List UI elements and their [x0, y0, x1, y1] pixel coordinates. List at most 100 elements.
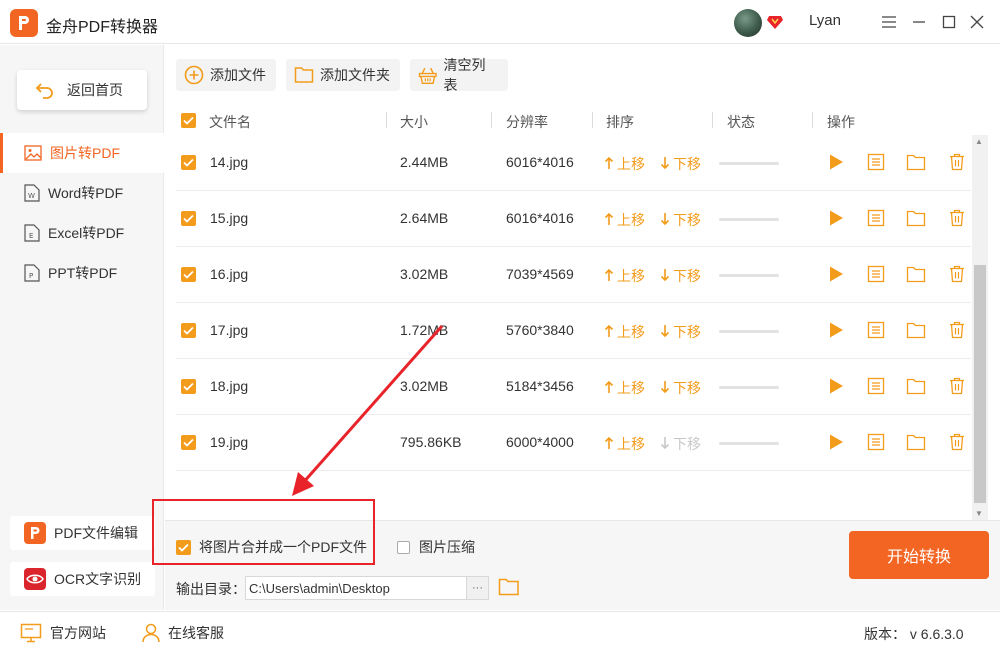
table-row[interactable]: 16.jpg 3.02MB 7039*4569 上移 下移	[176, 247, 971, 303]
move-down-button[interactable]: 下移	[660, 378, 701, 398]
username[interactable]: Lyan	[809, 12, 841, 29]
play-icon[interactable]	[826, 264, 846, 284]
details-icon[interactable]	[866, 320, 886, 340]
row-checkbox[interactable]	[181, 155, 196, 170]
sidebar-item-ppt-to-pdf[interactable]: P PPT转PDF	[0, 253, 164, 293]
output-dir-label: 输出目录：	[176, 581, 246, 597]
arrow-down-icon	[660, 156, 670, 173]
move-down-label: 下移	[673, 212, 701, 228]
header-divider	[812, 112, 813, 128]
table-row[interactable]: 18.jpg 3.02MB 5184*3456 上移 下移	[176, 359, 971, 415]
header-sort: 排序	[606, 114, 634, 130]
sidebar-item-excel-to-pdf[interactable]: E Excel转PDF	[0, 213, 164, 253]
details-icon[interactable]	[866, 152, 886, 172]
row-checkbox[interactable]	[181, 379, 196, 394]
scrollbar[interactable]: ▲ ▼	[972, 135, 988, 520]
clear-list-button[interactable]: 清空列表	[410, 57, 508, 93]
select-all-checkbox[interactable]	[181, 113, 196, 128]
table-row[interactable]: 15.jpg 2.64MB 6016*4016 上移 下移	[176, 191, 971, 247]
play-icon[interactable]	[826, 432, 846, 452]
browse-button[interactable]: ···	[466, 576, 489, 600]
arrow-up-icon	[604, 212, 614, 229]
row-checkbox[interactable]	[181, 267, 196, 282]
file-size: 2.64MB	[400, 210, 449, 226]
progress-bar	[719, 274, 779, 277]
svg-text:E: E	[29, 232, 33, 240]
scroll-up-icon[interactable]: ▲	[975, 137, 983, 146]
official-website-label: 官方网站	[50, 625, 106, 641]
add-folder-button[interactable]: 添加文件夹	[286, 59, 400, 91]
scroll-down-icon[interactable]: ▼	[975, 509, 983, 518]
details-icon[interactable]	[866, 432, 886, 452]
trash-icon[interactable]	[947, 376, 967, 396]
close-icon[interactable]	[965, 10, 989, 34]
ocr-button[interactable]: OCR文字识别	[10, 562, 155, 596]
trash-icon[interactable]	[947, 432, 967, 452]
sidebar: 返回首页 图片转PDF W Word转PDF E Excel转PDF P PPT…	[0, 45, 164, 610]
arrow-up-icon	[604, 324, 614, 341]
move-up-button[interactable]: 上移	[604, 266, 645, 286]
move-up-label: 上移	[617, 212, 645, 228]
details-icon[interactable]	[866, 208, 886, 228]
move-down-button[interactable]: 下移	[660, 434, 701, 454]
compress-option[interactable]: 图片压缩	[397, 537, 475, 557]
row-checkbox[interactable]	[181, 323, 196, 338]
maximize-icon[interactable]	[937, 10, 961, 34]
move-down-button[interactable]: 下移	[660, 266, 701, 286]
open-folder-icon[interactable]	[906, 432, 926, 452]
menu-icon[interactable]	[877, 10, 901, 34]
open-folder-icon[interactable]	[498, 577, 520, 597]
move-up-button[interactable]: 上移	[604, 378, 645, 398]
play-icon[interactable]	[826, 208, 846, 228]
details-icon[interactable]	[866, 264, 886, 284]
file-size: 1.72MB	[400, 322, 449, 338]
move-up-button[interactable]: 上移	[604, 154, 645, 174]
vip-badge-icon[interactable]	[766, 14, 784, 30]
open-folder-icon[interactable]	[906, 264, 926, 284]
sidebar-item-label: PPT转PDF	[48, 265, 118, 281]
header-name: 文件名	[209, 114, 251, 130]
table-row[interactable]: 17.jpg 1.72MB 5760*3840 上移 下移	[176, 303, 971, 359]
scroll-thumb[interactable]	[974, 265, 986, 503]
header-resolution: 分辨率	[506, 114, 548, 130]
arrow-up-icon	[604, 380, 614, 397]
open-folder-icon[interactable]	[906, 152, 926, 172]
excel-file-icon: E	[24, 224, 40, 242]
avatar[interactable]	[734, 9, 762, 37]
details-icon[interactable]	[866, 376, 886, 396]
sidebar-item-image-to-pdf[interactable]: 图片转PDF	[0, 133, 164, 173]
start-convert-button[interactable]: 开始转换	[849, 531, 989, 579]
compress-checkbox[interactable]	[397, 540, 410, 554]
row-checkbox[interactable]	[181, 211, 196, 226]
official-website-link[interactable]: 官方网站	[20, 623, 106, 643]
file-name: 18.jpg	[210, 378, 249, 394]
table-row[interactable]: 14.jpg 2.44MB 6016*4016 上移 下移	[176, 135, 971, 191]
sidebar-item-word-to-pdf[interactable]: W Word转PDF	[0, 173, 164, 213]
move-up-button[interactable]: 上移	[604, 434, 645, 454]
pdf-editor-button[interactable]: PDF文件编辑	[10, 516, 155, 550]
trash-icon[interactable]	[947, 208, 967, 228]
home-button[interactable]: 返回首页	[17, 70, 147, 110]
row-checkbox[interactable]	[181, 435, 196, 450]
minimize-icon[interactable]	[907, 10, 931, 34]
move-up-button[interactable]: 上移	[604, 210, 645, 230]
add-file-button[interactable]: 添加文件	[176, 59, 276, 91]
play-icon[interactable]	[826, 320, 846, 340]
play-icon[interactable]	[826, 376, 846, 396]
move-down-button[interactable]: 下移	[660, 322, 701, 342]
trash-icon[interactable]	[947, 152, 967, 172]
play-icon[interactable]	[826, 152, 846, 172]
output-path-field[interactable]: C:\Users\admin\Desktop	[245, 576, 467, 600]
move-up-button[interactable]: 上移	[604, 322, 645, 342]
move-down-button[interactable]: 下移	[660, 154, 701, 174]
open-folder-icon[interactable]	[906, 376, 926, 396]
clear-list-label: 清空列表	[443, 57, 486, 93]
table-row[interactable]: 19.jpg 795.86KB 6000*4000 上移 下移	[176, 415, 971, 471]
trash-icon[interactable]	[947, 264, 967, 284]
open-folder-icon[interactable]	[906, 208, 926, 228]
arrow-up-icon	[604, 268, 614, 285]
move-down-button[interactable]: 下移	[660, 210, 701, 230]
trash-icon[interactable]	[947, 320, 967, 340]
online-support-link[interactable]: 在线客服	[142, 623, 224, 643]
open-folder-icon[interactable]	[906, 320, 926, 340]
